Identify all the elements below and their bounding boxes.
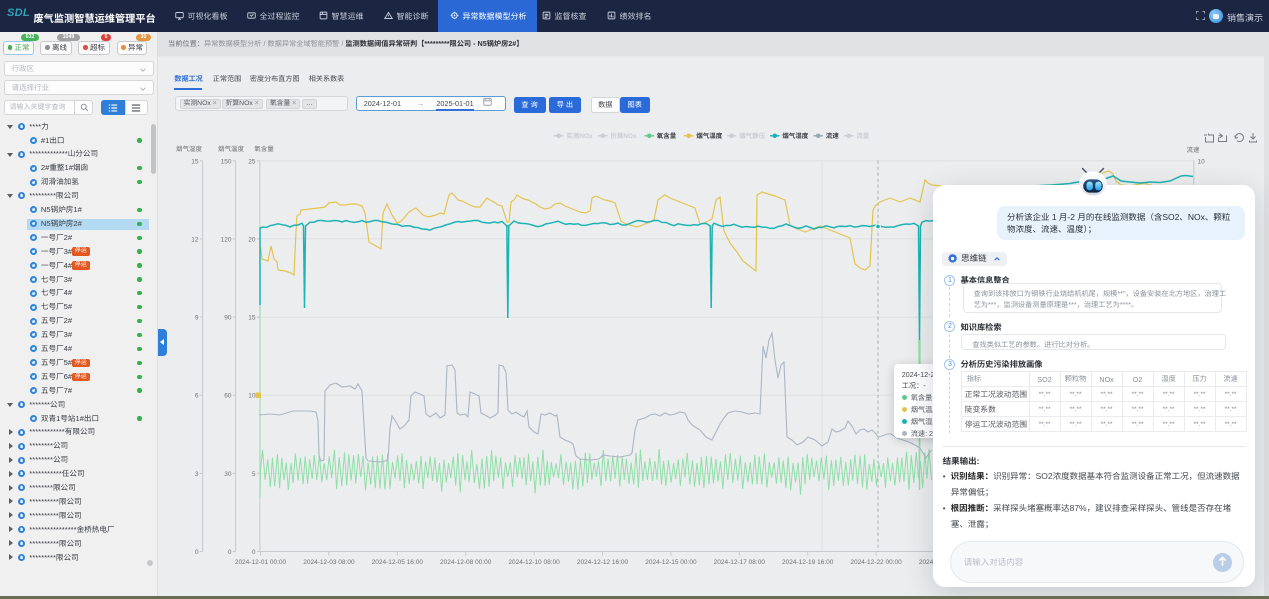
svg-text:流速: 流速 <box>1187 146 1201 154</box>
svg-text:30: 30 <box>224 471 232 478</box>
svg-text:流量: 流量 <box>856 132 870 140</box>
svg-text:烟气湿度: 烟气湿度 <box>176 145 203 153</box>
svg-text:2024-12-03 08:00: 2024-12-03 08:00 <box>303 559 355 566</box>
svg-text:15: 15 <box>248 315 256 322</box>
svg-text:0: 0 <box>228 549 232 556</box>
svg-text:0: 0 <box>252 549 256 556</box>
svg-text:2024-12-12 16:00: 2024-12-12 16:00 <box>577 559 629 566</box>
svg-text:60: 60 <box>224 393 232 400</box>
svg-text:烟气温度: 烟气温度 <box>696 132 723 140</box>
svg-text:实测NOx: 实测NOx <box>566 132 593 140</box>
svg-text:氧含量: 氧含量 <box>254 145 274 153</box>
svg-text:2024-12-22 00:00: 2024-12-22 00:00 <box>850 559 902 566</box>
svg-text:氧含量: 氧含量 <box>657 132 677 140</box>
svg-text:2024-12-17 08:00: 2024-12-17 08:00 <box>714 559 766 566</box>
svg-text:3: 3 <box>195 471 199 478</box>
svg-text:10: 10 <box>1198 158 1206 165</box>
svg-text:10: 10 <box>248 393 256 400</box>
svg-text:流速: 流速 <box>826 132 840 140</box>
svg-text:烟气温度: 烟气温度 <box>218 145 245 153</box>
svg-text:2024-12-01 00:00: 2024-12-01 00:00 <box>235 559 287 566</box>
svg-text:12: 12 <box>191 236 199 243</box>
svg-text:烟气湿度: 烟气湿度 <box>782 132 809 140</box>
svg-text:6: 6 <box>195 393 199 400</box>
svg-text:5: 5 <box>252 471 256 478</box>
svg-text:烟气静压: 烟气静压 <box>739 132 766 140</box>
svg-text:0: 0 <box>195 549 199 556</box>
svg-text:25: 25 <box>248 158 256 165</box>
svg-text:2024-12-19 16:00: 2024-12-19 16:00 <box>782 559 834 566</box>
svg-text:2024-12-10 08:00: 2024-12-10 08:00 <box>508 559 560 566</box>
svg-text:150: 150 <box>221 158 232 165</box>
svg-text:2024-12-05 16:00: 2024-12-05 16:00 <box>372 559 424 566</box>
svg-text:15: 15 <box>191 158 199 165</box>
svg-text:折算NOx: 折算NOx <box>610 132 637 140</box>
svg-text:120: 120 <box>221 236 232 243</box>
svg-text:90: 90 <box>224 315 232 322</box>
svg-text:9: 9 <box>195 315 199 322</box>
svg-text:20: 20 <box>248 236 256 243</box>
svg-text:2024-12-15 00:00: 2024-12-15 00:00 <box>645 559 697 566</box>
svg-text:2024-12-08 00:00: 2024-12-08 00:00 <box>440 559 492 566</box>
